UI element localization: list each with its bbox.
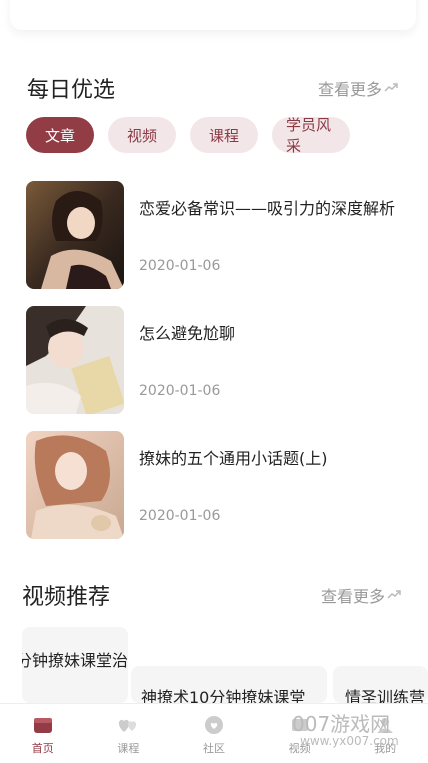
video-card[interactable]: 分钟撩妹课堂治	[22, 627, 128, 703]
nav-label: 社区	[202, 742, 225, 755]
nav-item-home[interactable]: 首页	[0, 704, 86, 763]
article-thumbnail	[26, 306, 124, 414]
article-title: 恋爱必备常识——吸引力的深度解析	[139, 199, 396, 218]
video-title: 分钟撩妹课堂治	[22, 651, 128, 670]
video-title: 情圣训练营	[345, 688, 426, 703]
article-item[interactable]: 撩妹的五个通用小话题(上) 2020-01-06	[26, 431, 406, 539]
article-title: 怎么避免尬聊	[139, 324, 236, 343]
tab-videos[interactable]: 视频	[108, 117, 176, 153]
home-icon	[33, 718, 52, 733]
article-date: 2020-01-06	[139, 258, 221, 274]
category-tabs: 文章 视频 课程 学员风采	[26, 116, 350, 155]
article-thumbnail	[26, 181, 124, 289]
nav-item-community[interactable]: 社区	[171, 704, 257, 763]
trend-arrow-icon	[387, 590, 401, 599]
watermark-logo: 007游戏网	[292, 712, 391, 736]
watermark-url: www.yx007.com	[300, 734, 399, 748]
article-item[interactable]: 怎么避免尬聊 2020-01-06	[26, 306, 406, 414]
daily-more-link[interactable]: 查看更多	[318, 76, 398, 100]
tab-student-showcase[interactable]: 学员风采	[272, 116, 350, 155]
video-title: 神撩术10分钟撩妹课堂	[141, 688, 306, 703]
video-card[interactable]: 神撩术10分钟撩妹课堂	[131, 666, 327, 703]
trend-arrow-icon	[384, 83, 398, 92]
article-title: 撩妹的五个通用小话题(上)	[139, 449, 328, 468]
daily-section-title: 每日优选	[27, 78, 116, 103]
article-item[interactable]: 恋爱必备常识——吸引力的深度解析 2020-01-06	[26, 181, 406, 289]
top-card	[10, 0, 416, 30]
tab-articles[interactable]: 文章	[26, 117, 94, 153]
article-thumbnail	[26, 431, 124, 539]
chat-heart-icon	[204, 716, 223, 734]
video-card[interactable]: 情圣训练营	[333, 666, 428, 703]
nav-item-courses[interactable]: 课程	[86, 704, 172, 763]
video-more-link[interactable]: 查看更多	[321, 583, 401, 607]
daily-more-label: 查看更多	[318, 80, 383, 99]
hearts-icon	[119, 719, 137, 732]
video-section-title: 视频推荐	[22, 585, 111, 610]
nav-label: 课程	[117, 742, 140, 755]
article-date: 2020-01-06	[139, 383, 221, 399]
nav-label: 首页	[31, 742, 54, 755]
video-more-label: 查看更多	[321, 587, 386, 606]
article-date: 2020-01-06	[139, 508, 221, 524]
tab-courses[interactable]: 课程	[190, 117, 258, 153]
